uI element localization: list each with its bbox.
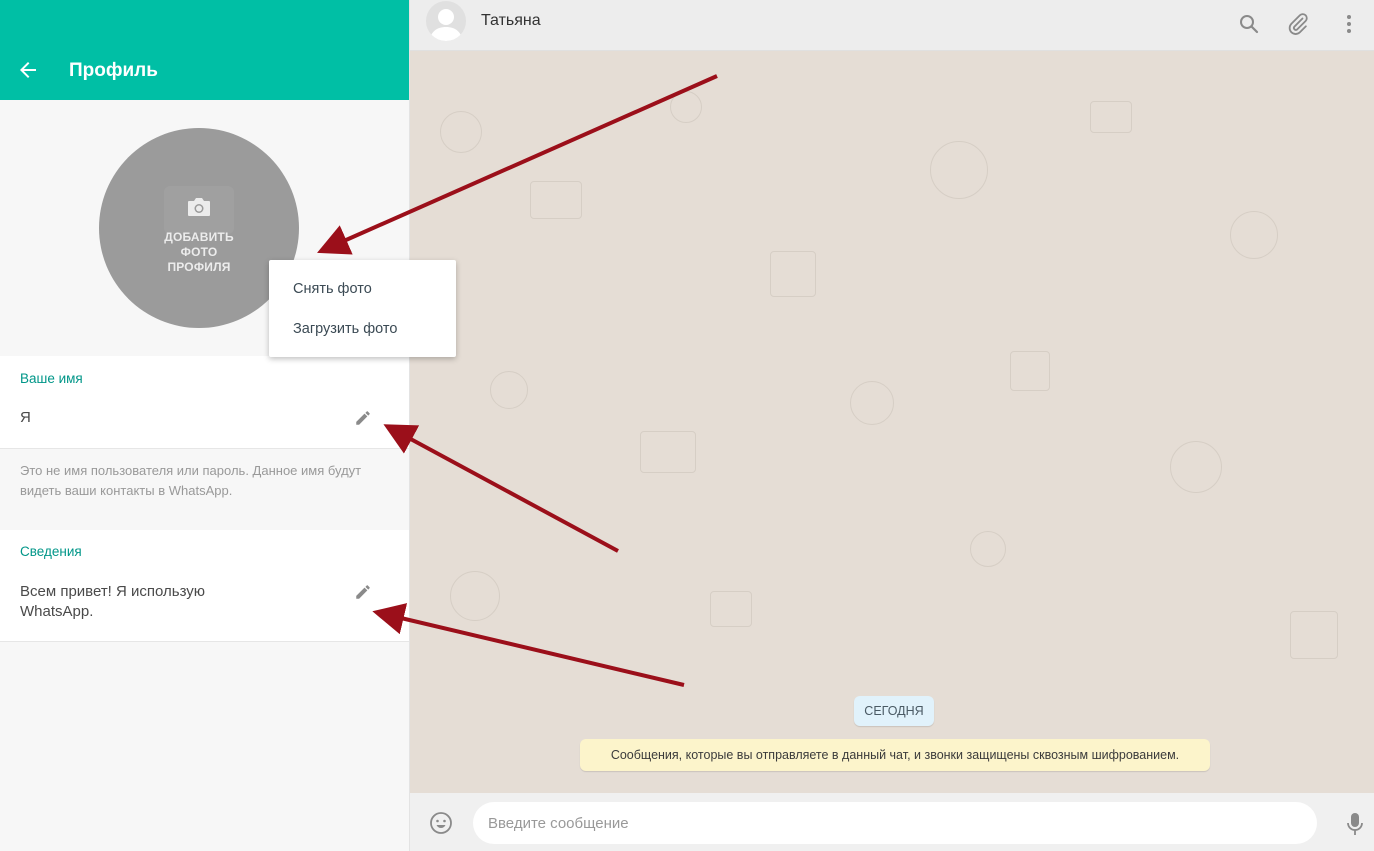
paperclip-icon[interactable] (1286, 12, 1310, 36)
search-icon[interactable] (1237, 12, 1261, 36)
profile-header: Профиль (0, 0, 409, 100)
message-composer (410, 793, 1374, 851)
name-note: Это не имя пользователя или пароль. Данн… (20, 463, 362, 498)
background-doodle (440, 111, 482, 153)
divider (0, 641, 409, 642)
chat-panel: Татьяна СЕГОДНЯ Сообщения, которые вы от… (410, 0, 1374, 851)
menu-item-take-photo[interactable]: Снять фото (293, 281, 372, 297)
background-doodle (850, 381, 894, 425)
profile-panel: Профиль ДОБАВИТЬ ФОТО ПРОФИЛЯ Ваше имя Я… (0, 0, 410, 851)
menu-item-upload-photo[interactable]: Загрузить фото (293, 321, 397, 337)
message-input[interactable] (473, 802, 1317, 844)
name-value: Я (20, 409, 31, 426)
background-doodle (770, 251, 816, 297)
photo-menu: Снять фото Загрузить фото (269, 260, 456, 357)
background-doodle (1230, 211, 1278, 259)
chat-messages-area: СЕГОДНЯ Сообщения, которые вы отправляет… (410, 51, 1374, 793)
background-doodle (1010, 351, 1050, 391)
background-doodle (1090, 101, 1132, 133)
edit-name-pencil-icon[interactable] (354, 409, 372, 427)
background-doodle (970, 531, 1006, 567)
background-doodle (640, 431, 696, 473)
name-section: Ваше имя Я (0, 356, 409, 448)
background-doodle (1290, 611, 1338, 659)
about-section: Сведения Всем привет! Я использую WhatsA… (0, 530, 409, 641)
encryption-notice[interactable]: Сообщения, которые вы отправляете в данн… (580, 739, 1210, 771)
background-doodle (930, 141, 988, 199)
divider (0, 448, 409, 449)
background-doodle (670, 91, 702, 123)
background-doodle (710, 591, 752, 627)
back-arrow-icon[interactable] (16, 58, 40, 82)
more-vertical-icon[interactable] (1337, 12, 1361, 36)
microphone-icon[interactable] (1343, 811, 1367, 837)
edit-about-pencil-icon[interactable] (354, 583, 372, 601)
name-label: Ваше имя (20, 371, 83, 386)
background-doodle (490, 371, 528, 409)
emoji-icon[interactable] (429, 811, 453, 835)
date-badge: СЕГОДНЯ (854, 696, 934, 726)
profile-title: Профиль (69, 60, 158, 81)
about-label: Сведения (20, 544, 82, 559)
chat-header: Татьяна (410, 0, 1374, 51)
background-doodle (530, 181, 582, 219)
default-avatar-icon (430, 9, 462, 41)
background-doodle (450, 571, 500, 621)
background-doodle (1170, 441, 1222, 493)
contact-avatar[interactable] (426, 1, 466, 41)
camera-icon (188, 198, 210, 216)
about-value: Всем привет! Я использую WhatsApp. (20, 583, 206, 620)
contact-name[interactable]: Татьяна (481, 12, 541, 30)
